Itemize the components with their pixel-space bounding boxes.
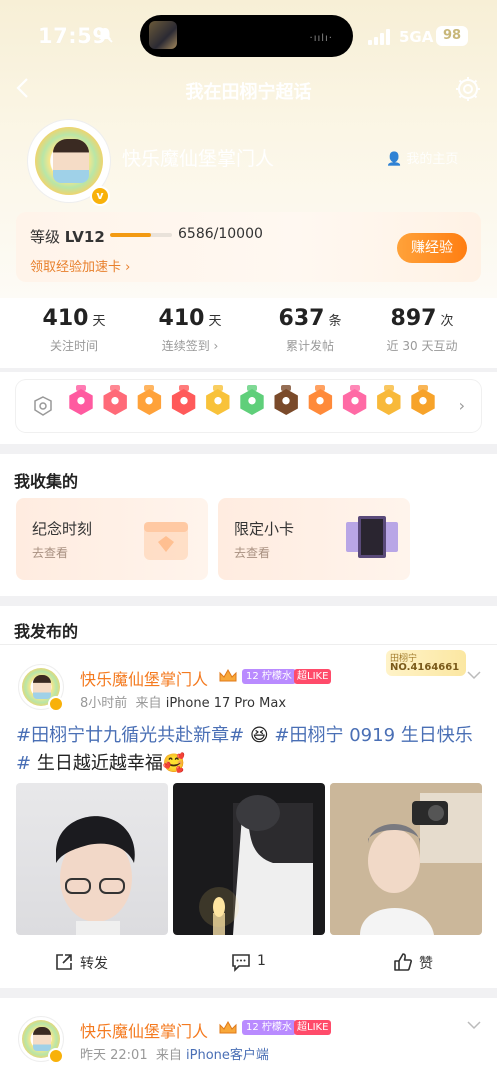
post-2 [0, 998, 497, 1080]
earn-exp-button[interactable]: 赚经验 [397, 233, 467, 263]
medal-badge-icon [307, 385, 333, 421]
level-label: 等级 LV12 [30, 228, 105, 246]
page-title: 我在田栩宁超话 [185, 82, 312, 103]
crown-icon [219, 668, 237, 682]
post-meta: 8小时前 来自 iPhone 17 Pro Max [80, 696, 287, 711]
level-progress-text: 6586/10000 [178, 226, 263, 242]
limited-cards-card[interactable]: 限定小卡 去查看 [218, 498, 410, 580]
fan-level-tag: 12 柠檬水 [242, 669, 296, 684]
profile-username: 快乐魔仙堡掌门人 [122, 148, 275, 170]
comment-icon [232, 954, 250, 972]
photo-cards-icon [346, 516, 398, 558]
my-homepage-link[interactable]: 👤 我的主页 [386, 148, 458, 167]
badge-shield-icon [34, 396, 52, 416]
person-icon: 👤 [386, 152, 403, 167]
thumbs-up-icon [394, 953, 412, 971]
chevron-down-icon[interactable] [467, 670, 481, 680]
post-author-name[interactable]: 快乐魔仙堡掌门人 [80, 666, 208, 690]
stat-interactions: 897 次 近 30 天互动 [386, 306, 458, 353]
chevron-right-icon: › [458, 396, 465, 415]
verified-badge-icon [48, 696, 64, 712]
post-photo-1[interactable] [16, 783, 168, 935]
super-like-tag: 超LIKE [294, 1020, 332, 1035]
candle-photo-image [199, 795, 313, 935]
fan-number-badge: 田栩宁 NO.4164661 [386, 650, 466, 676]
mute-bell-icon [97, 27, 113, 43]
stat-posts: 637 条 累计发帖 [278, 306, 342, 353]
post-photo-3[interactable] [330, 783, 482, 935]
chevron-down-icon[interactable] [467, 1020, 481, 1030]
post-actions: 转发 1 赞 [0, 946, 497, 978]
accel-card-link[interactable]: 领取经验加速卡 › [30, 256, 130, 275]
repost-button[interactable]: 转发 [54, 950, 124, 974]
stat-follow-days: 410 天 关注时间 [42, 306, 106, 353]
verified-badge-icon: v [90, 186, 110, 206]
like-button[interactable]: 赞 [393, 950, 443, 974]
signal-icon [368, 29, 390, 45]
crown-icon [219, 1020, 237, 1034]
medal-badge-icon [239, 385, 265, 421]
selfie-photo-image [330, 783, 482, 935]
portrait-image [56, 816, 135, 935]
medal-badge-icon [342, 385, 368, 421]
level-progress-bar [110, 233, 172, 237]
post-photo-2[interactable] [173, 783, 325, 935]
smiling-hearts-emoji: 🥰 [162, 753, 186, 774]
post-author-name[interactable]: 快乐魔仙堡掌门人 [80, 1018, 208, 1042]
battery-indicator: 98 [436, 26, 468, 46]
network-type: 5GA [399, 28, 434, 46]
memorial-moments-card[interactable]: 纪念时刻 去查看 [16, 498, 208, 580]
badges-row[interactable]: › [16, 380, 481, 432]
medal-badge-icon [273, 385, 299, 421]
stats-row: 410 天 关注时间 410 天 连续签到 › 637 条 累计发帖 897 次 近 3… [0, 298, 497, 368]
medal-badge-icon [136, 385, 162, 421]
super-like-tag: 超LIKE [294, 669, 332, 684]
medal-badge-icon [205, 385, 231, 421]
level-card: 等级 LV12 6586/10000 领取经验加速卡 › 赚经验 [16, 212, 481, 282]
medal-badge-icon [376, 385, 402, 421]
grin-emoji: 😆 [249, 725, 269, 746]
topic-link[interactable]: #田栩宁廿九循光共赴新章# [16, 725, 244, 746]
divider [0, 644, 497, 645]
status-bar: 17:59 ·ıılı· 5GA 98 [0, 14, 497, 58]
collection-title: 我收集的 [14, 472, 79, 491]
page: 17:59 ·ıılı· 5GA 98 我在田栩宁超话 v 快乐魔仙堡掌门人 👤… [0, 0, 497, 1080]
stat-checkin-days[interactable]: 410 天 连续签到 › [130, 306, 250, 354]
gear-icon[interactable] [455, 76, 481, 102]
medal-badge-icon [410, 385, 436, 421]
post-meta: 昨天 22:01 来自 iPhone客户端 [80, 1048, 269, 1063]
level-progress-fill [110, 233, 151, 237]
medal-badge-icon [171, 385, 197, 421]
fan-level-tag: 12 柠檬水 [242, 1020, 296, 1035]
comment-button[interactable]: 1 [231, 950, 281, 974]
medal-badge-icon [102, 385, 128, 421]
calendar-icon [144, 522, 188, 560]
share-icon [56, 954, 72, 970]
post-text: #田栩宁廿九循光共赴新章# 😆 #田栩宁 0919 生日快乐# 生日越近越幸福🥰 [16, 725, 473, 774]
dynamic-island[interactable]: ·ıılı· [140, 15, 353, 57]
medal-badge-icon [68, 385, 94, 421]
now-playing-thumbnail [149, 21, 177, 49]
verified-badge-icon [48, 1048, 64, 1064]
posts-title: 我发布的 [14, 622, 79, 641]
audio-wave-icon: ·ıılı· [309, 33, 333, 44]
